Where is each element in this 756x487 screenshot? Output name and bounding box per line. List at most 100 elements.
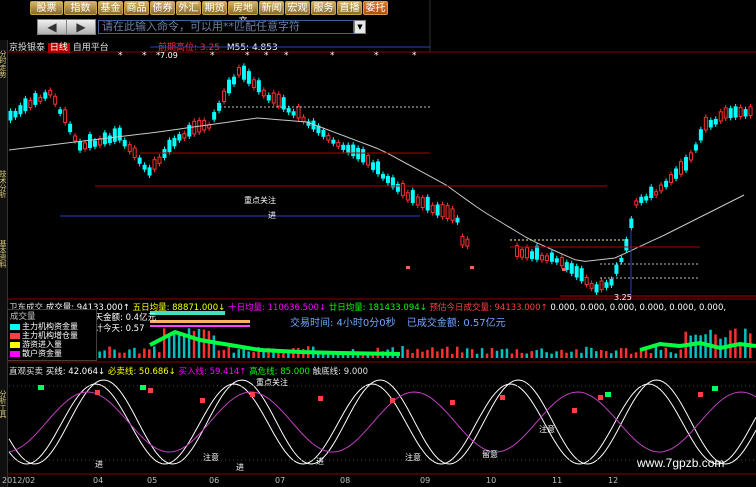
volume-bar	[525, 353, 529, 358]
candle-body	[23, 98, 28, 112]
osc-high-risk: 高危线: 85.000	[249, 367, 310, 377]
osc-signal-marker	[605, 392, 611, 397]
price-high-label: 7.09	[160, 51, 178, 60]
candle-body	[530, 251, 534, 259]
candle-body	[674, 168, 679, 179]
volume-bar	[113, 349, 116, 358]
candle-body	[68, 123, 73, 133]
volume-bar	[634, 352, 638, 358]
candle-body	[152, 159, 157, 170]
trade-info: 交易时间: 4小时0分0秒 已成交金额: 0.57亿元	[290, 314, 506, 329]
volume-bar	[540, 348, 543, 358]
candle-body	[63, 109, 68, 123]
osc-buy-in: 买入线: 59.414↑	[178, 367, 247, 377]
volume-bar	[694, 334, 697, 358]
legend-label: 主力机构资金量	[22, 322, 78, 331]
candle-body	[222, 90, 227, 103]
candle-body	[371, 162, 376, 170]
candle-body	[192, 120, 197, 135]
candle-body	[381, 173, 385, 179]
x-axis-label: 10	[486, 476, 497, 485]
volume-bar	[237, 349, 240, 358]
candle-body	[450, 208, 455, 221]
candle-body	[241, 65, 246, 80]
volume-bar	[207, 330, 211, 358]
candle-body	[356, 147, 361, 160]
candle-body	[286, 108, 291, 113]
volume-bar	[167, 334, 171, 358]
volume-indicator-bar	[150, 320, 250, 323]
annotation-label: 进	[268, 211, 276, 220]
volume-bar	[495, 350, 499, 358]
candle-body	[341, 144, 346, 150]
volume-bar	[133, 347, 136, 358]
candle-body	[157, 156, 162, 164]
volume-bar	[242, 348, 245, 358]
traded-amount: 已成交金额: 0.57亿元	[406, 318, 506, 329]
candle-body	[688, 152, 693, 161]
candle-body	[366, 155, 371, 166]
volume-bar	[187, 328, 191, 358]
osc-signal-marker	[250, 392, 255, 397]
volume-bar	[515, 349, 519, 358]
candle-body	[336, 141, 341, 147]
candle-body	[594, 284, 599, 293]
candle-body	[92, 140, 97, 147]
osc-signal-marker	[500, 395, 505, 400]
volume-bar	[590, 347, 593, 358]
x-axis-label: 2012/02	[2, 476, 36, 485]
candle-body	[291, 111, 296, 116]
candle-body	[420, 197, 425, 208]
volume-bar	[674, 353, 678, 358]
candle-body	[574, 266, 579, 278]
candle-body	[58, 109, 63, 114]
volume-ma10: 十日均量: 110636.500↓	[227, 303, 326, 313]
candle-body	[604, 282, 609, 288]
osc-signal-marker	[598, 395, 603, 400]
volume-bar	[247, 351, 250, 358]
osc-annotation: 注意	[203, 452, 219, 462]
star-marker: *	[330, 51, 335, 61]
volume-bar	[505, 348, 509, 358]
volume-bar	[550, 353, 553, 358]
volume-bar	[182, 335, 186, 358]
candle-body	[624, 239, 629, 251]
volume-bar	[470, 349, 474, 358]
candle-body	[395, 183, 400, 192]
volume-legend: 成交量 主力机构资金量 主力机构增仓量 游资进入量 散户资金量	[7, 309, 97, 361]
legend-label: 散户资金量	[22, 349, 62, 358]
candle-body	[534, 245, 539, 260]
candle-body	[33, 93, 38, 105]
volume-bar	[560, 349, 563, 358]
volume-bar	[401, 346, 404, 358]
candle-body	[544, 255, 549, 262]
volume-bar	[172, 331, 176, 358]
candle-body	[400, 183, 405, 197]
x-axis: 2012/02 04 05 06 07 08 09 10 11 12	[0, 476, 756, 487]
candle-body	[693, 144, 698, 151]
star-marker: *	[210, 51, 215, 61]
x-axis-label: 08	[340, 476, 351, 485]
candle-body	[8, 110, 13, 121]
volume-bar	[421, 351, 424, 358]
volume-bar	[480, 348, 484, 358]
volume-bar	[431, 347, 434, 358]
annotation-label: 重点关注	[244, 195, 276, 205]
candle-body	[549, 252, 554, 262]
volume-bar	[699, 335, 702, 358]
volume-bar	[118, 352, 121, 358]
candle-body	[649, 186, 654, 198]
volume-bar	[485, 353, 489, 358]
candle-body	[609, 278, 614, 286]
volume-ma-band	[639, 340, 756, 352]
candle-body	[440, 204, 445, 218]
volume-bar	[600, 349, 603, 358]
candle-body	[276, 93, 281, 107]
candle-body	[162, 149, 167, 158]
volume-bar	[689, 335, 692, 358]
star-marker: *	[156, 51, 161, 61]
candle-body	[232, 76, 236, 85]
osc-signal-marker	[712, 386, 718, 391]
chart-canvas[interactable]: 7.093.25重点关注进* * * * * * * * * *重点关注进 进进注意 注意注意留意	[0, 0, 756, 487]
osc-signal-marker	[95, 390, 100, 395]
